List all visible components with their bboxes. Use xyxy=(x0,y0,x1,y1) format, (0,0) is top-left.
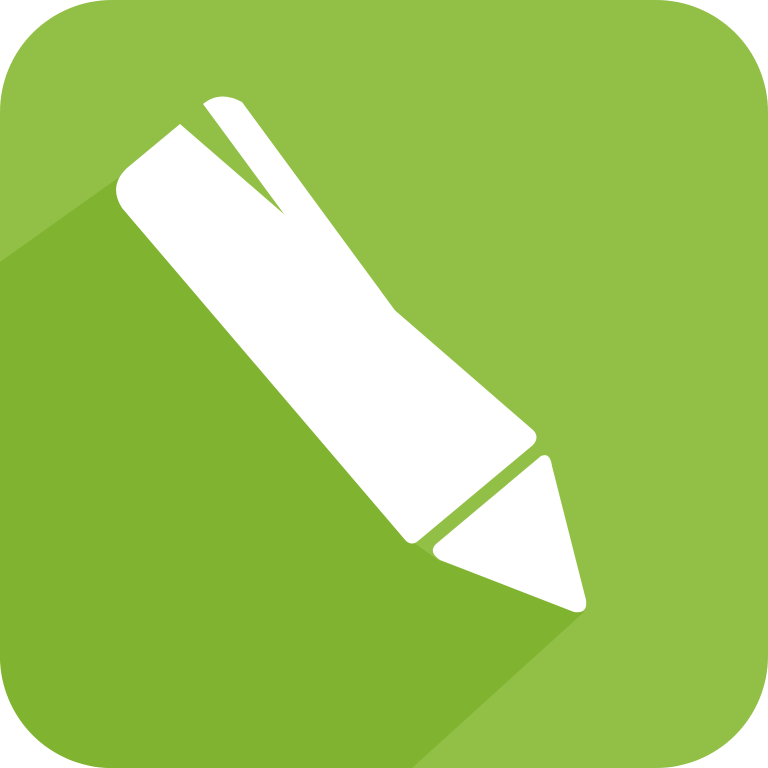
app-icon-graphic xyxy=(0,0,768,768)
app-icon[interactable] xyxy=(0,0,768,768)
